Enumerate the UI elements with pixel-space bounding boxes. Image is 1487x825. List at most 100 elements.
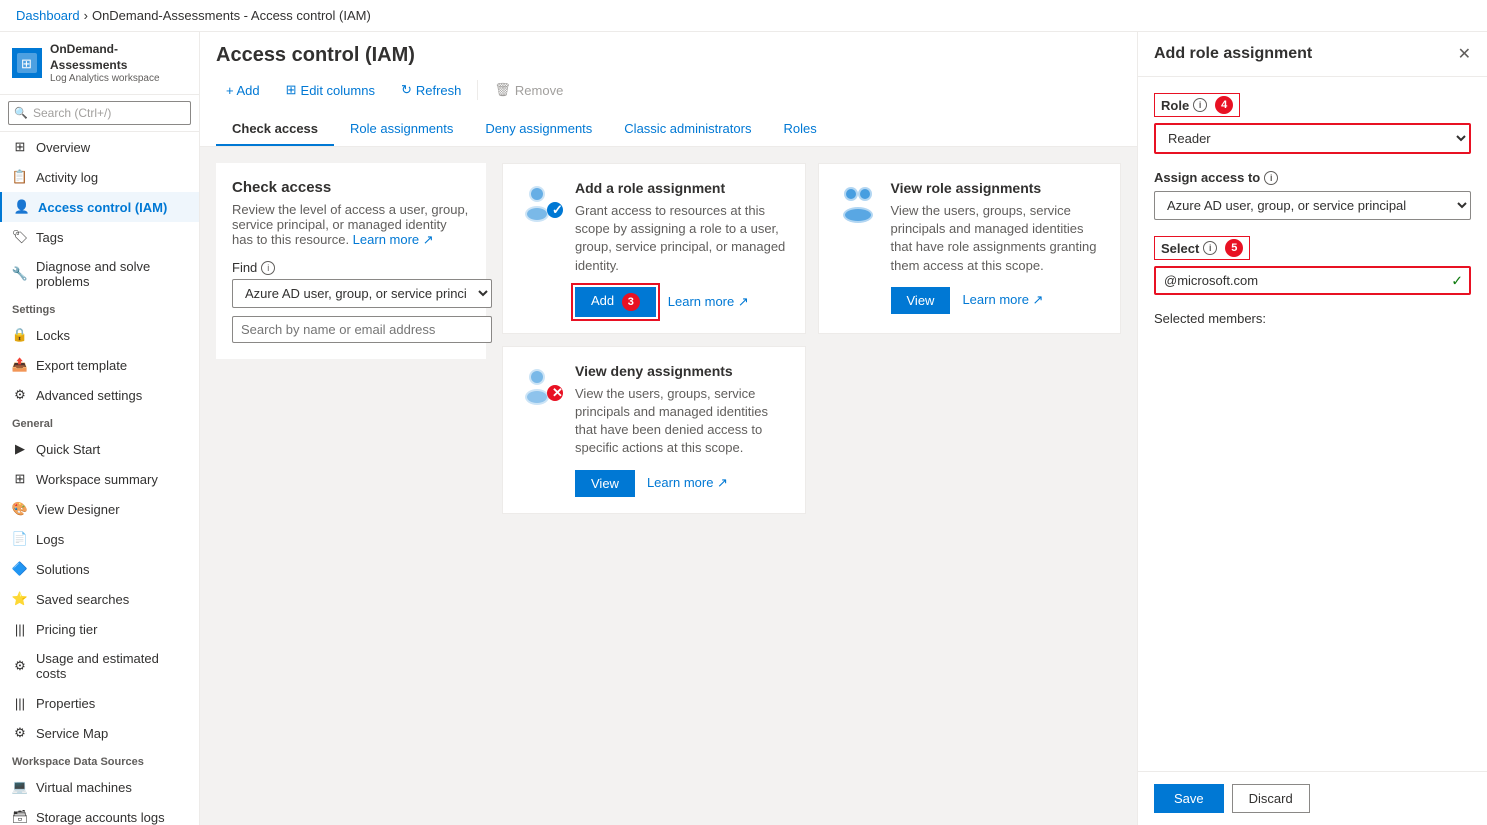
toolbar-divider (477, 80, 478, 100)
search-icon: 🔍 (14, 107, 28, 120)
right-panel-content: Role i 4 Reader Contributor Owner Assign… (1138, 77, 1487, 771)
tab-deny-assignments[interactable]: Deny assignments (469, 113, 608, 146)
close-button[interactable]: ✕ (1458, 44, 1471, 64)
sidebar-item-view-designer[interactable]: 🎨 View Designer (0, 494, 199, 524)
view-role-btn[interactable]: View (891, 287, 951, 314)
sidebar-item-storage-accounts[interactable]: 🗃 Storage accounts logs (0, 802, 199, 825)
sidebar-item-solutions-label: Solutions (36, 562, 89, 577)
select-field-label: Select i 5 (1154, 236, 1250, 260)
sidebar-header: ⊞ OnDemand-Assessments Log Analytics wor… (0, 32, 199, 95)
sidebar-item-virtual-machines[interactable]: 💻 Virtual machines (0, 772, 199, 802)
breadcrumb-dashboard[interactable]: Dashboard (16, 8, 80, 23)
role-info-icon[interactable]: i (1193, 98, 1207, 112)
sidebar-item-diagnose[interactable]: 🔧 Diagnose and solve problems (0, 252, 199, 296)
toolbar: + Add ⊞ Edit columns ↻ Refresh 🗑 Remove (216, 77, 1121, 103)
view-role-card: View role assignments View the users, gr… (818, 163, 1122, 334)
workspace-section-label: Workspace Data Sources (0, 748, 199, 772)
assign-info-icon[interactable]: i (1264, 171, 1278, 185)
sidebar-item-advanced-label: Advanced settings (36, 388, 142, 403)
sidebar-item-activity-log[interactable]: 📋 Activity log (0, 162, 199, 192)
search-input[interactable] (8, 101, 191, 125)
workspace-summary-icon: ⊞ (12, 471, 28, 487)
sidebar-item-access-control[interactable]: 👤 Access control (IAM) (0, 192, 199, 222)
sidebar-item-view-designer-label: View Designer (36, 502, 120, 517)
refresh-button[interactable]: ↻ Refresh (391, 77, 471, 103)
find-select[interactable]: Azure AD user, group, or service princip… (232, 279, 492, 308)
sidebar-item-locks[interactable]: 🔒 Locks (0, 320, 199, 350)
sidebar-item-export-label: Export template (36, 358, 127, 373)
check-icon: ✓ (1451, 272, 1463, 289)
check-access-title: Check access (232, 179, 470, 196)
select-info-icon[interactable]: i (1203, 241, 1217, 255)
solutions-icon: 🔷 (12, 561, 28, 577)
find-input[interactable] (232, 316, 492, 343)
role-field-label: Role i 4 (1154, 93, 1240, 117)
view-role-card-desc: View the users, groups, service principa… (891, 202, 1105, 275)
content-area: Access control (IAM) + Add ⊞ Edit column… (200, 32, 1137, 825)
select-input-wrap: ✓ (1154, 266, 1471, 295)
settings-section-label: Settings (0, 296, 199, 320)
logs-icon: 📄 (12, 531, 28, 547)
page-header: Access control (IAM) + Add ⊞ Edit column… (200, 32, 1137, 147)
tab-classic-administrators[interactable]: Classic administrators (608, 113, 767, 146)
sidebar-item-export[interactable]: 📤 Export template (0, 350, 199, 380)
right-panel-title: Add role assignment (1154, 45, 1312, 63)
select-field-group: Select i 5 ✓ (1154, 236, 1471, 295)
tab-roles[interactable]: Roles (767, 113, 832, 146)
sidebar-item-quick-start-label: Quick Start (36, 442, 100, 457)
add-role-btn[interactable]: Add 3 (575, 287, 656, 317)
sidebar-item-pricing-tier[interactable]: ||| Pricing tier (0, 614, 199, 644)
sidebar-item-workspace-summary[interactable]: ⊞ Workspace summary (0, 464, 199, 494)
quick-start-icon: ▶ (12, 441, 28, 457)
sidebar-item-pricing-tier-label: Pricing tier (36, 622, 97, 637)
callout-badge-4: 4 (1215, 96, 1233, 114)
sidebar-item-workspace-summary-label: Workspace summary (36, 472, 158, 487)
sidebar-item-service-map[interactable]: ⚙ Service Map (0, 718, 199, 748)
pricing-tier-icon: ||| (12, 621, 28, 637)
edit-columns-button[interactable]: ⊞ Edit columns (276, 77, 385, 103)
sidebar-app-name: OnDemand-Assessments (50, 42, 187, 73)
callout-badge-3: 3 (622, 293, 640, 311)
sidebar-item-usage-costs[interactable]: ⚙ Usage and estimated costs (0, 644, 199, 688)
view-deny-btn[interactable]: View (575, 470, 635, 497)
sidebar-item-tags[interactable]: 🏷 Tags (0, 222, 199, 252)
assign-select[interactable]: Azure AD user, group, or service princip… (1154, 191, 1471, 220)
sidebar-item-advanced[interactable]: ⚙ Advanced settings (0, 380, 199, 410)
tab-check-access[interactable]: Check access (216, 113, 334, 146)
selected-members-label: Selected members: (1154, 311, 1471, 326)
discard-button[interactable]: Discard (1232, 784, 1310, 813)
sidebar-item-logs[interactable]: 📄 Logs (0, 524, 199, 554)
check-access-learn-more[interactable]: Learn more ↗ (353, 232, 434, 247)
tags-icon: 🏷 (12, 229, 28, 245)
select-input[interactable] (1154, 266, 1471, 295)
sidebar-item-properties[interactable]: ||| Properties (0, 688, 199, 718)
remove-button[interactable]: 🗑 Remove (484, 77, 573, 103)
properties-icon: ||| (12, 695, 28, 711)
overview-icon: ⊞ (12, 139, 28, 155)
save-button[interactable]: Save (1154, 784, 1224, 813)
svg-text:⊞: ⊞ (21, 56, 32, 71)
sidebar-item-diagnose-label: Diagnose and solve problems (36, 259, 187, 289)
sidebar-item-saved-searches[interactable]: ⭐ Saved searches (0, 584, 199, 614)
sidebar-item-quick-start[interactable]: ▶ Quick Start (0, 434, 199, 464)
page-title: Access control (IAM) (216, 44, 1121, 67)
role-select[interactable]: Reader Contributor Owner (1154, 123, 1471, 154)
add-role-icon: ✓ (519, 180, 563, 317)
check-access-desc: Review the level of access a user, group… (232, 202, 470, 248)
sidebar-item-overview[interactable]: ⊞ Overview (0, 132, 199, 162)
diagnose-icon: 🔧 (12, 266, 28, 282)
sidebar-app-subtitle: Log Analytics workspace (50, 73, 187, 84)
tab-role-assignments[interactable]: Role assignments (334, 113, 469, 146)
sidebar-item-virtual-machines-label: Virtual machines (36, 780, 132, 795)
add-role-learn-more[interactable]: Learn more ↗ (668, 294, 749, 310)
sidebar-item-solutions[interactable]: 🔷 Solutions (0, 554, 199, 584)
view-deny-learn-more[interactable]: Learn more ↗ (647, 475, 728, 491)
find-label: Find i (232, 260, 470, 275)
add-button[interactable]: + Add (216, 78, 270, 103)
sidebar-search-container: 🔍 (0, 95, 199, 132)
view-role-card-title: View role assignments (891, 180, 1105, 196)
right-panel-footer: Save Discard (1138, 771, 1487, 825)
view-role-learn-more[interactable]: Learn more ↗ (962, 292, 1043, 308)
find-info-icon[interactable]: i (261, 261, 275, 275)
sidebar-item-service-map-label: Service Map (36, 726, 108, 741)
